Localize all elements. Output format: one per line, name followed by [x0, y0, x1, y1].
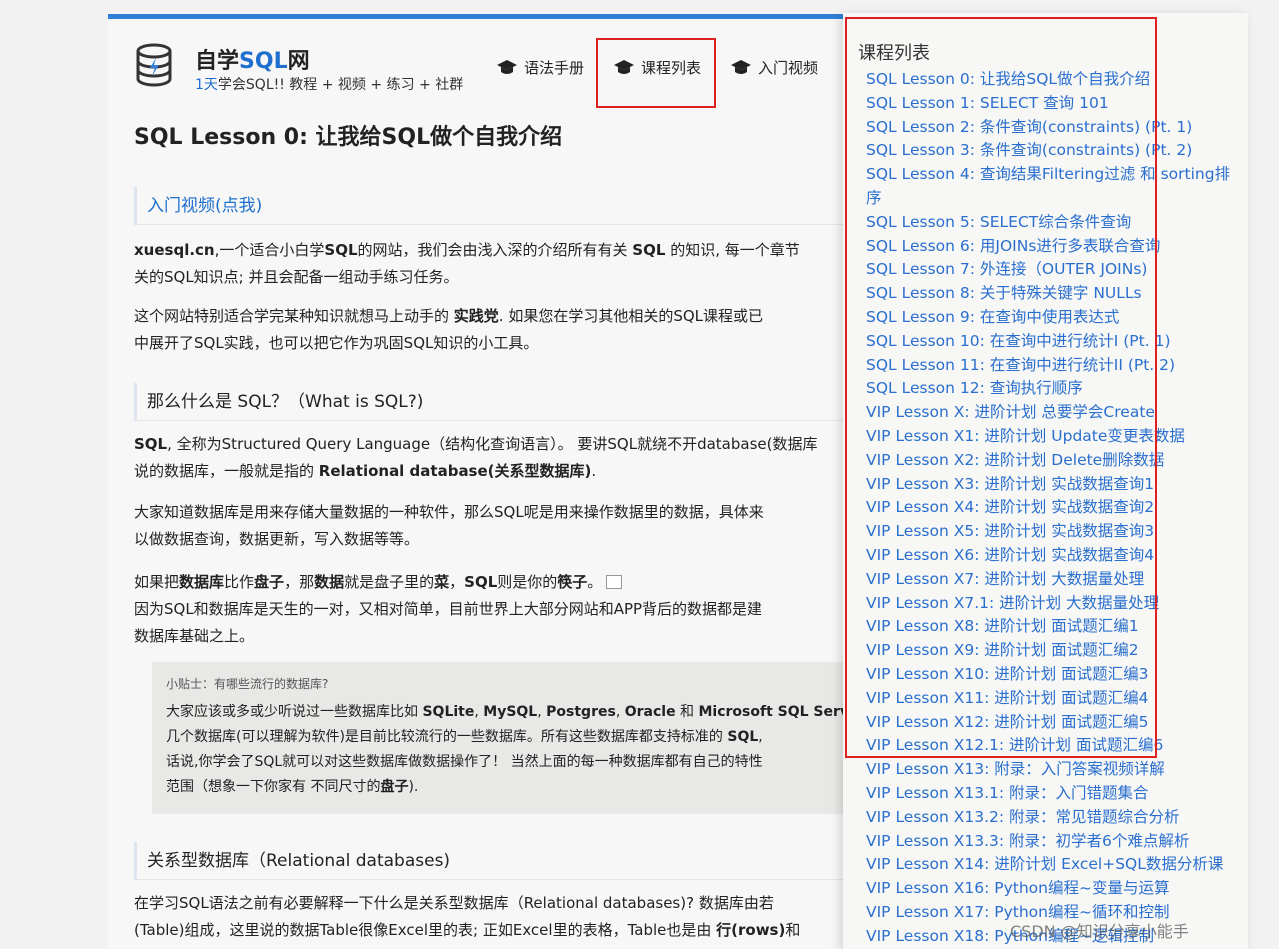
- course-list-item[interactable]: VIP Lesson X7: 进阶计划 大数据量处理: [866, 568, 1236, 592]
- relational-paragraph: 在学习SQL语法之前有必要解释一下什么是关系型数据库（Relational da…: [134, 894, 801, 939]
- tip-title: 小贴士：有哪些流行的数据库?: [166, 677, 329, 691]
- course-list-item[interactable]: SQL Lesson 6: 用JOINs进行多表联合查询: [866, 235, 1236, 259]
- course-list-item[interactable]: VIP Lesson X7.1: 进阶计划 大数据量处理: [866, 592, 1236, 616]
- course-list-item[interactable]: VIP Lesson X5: 进阶计划 实战数据查询3: [866, 520, 1236, 544]
- course-list-dropdown: 课程列表 SQL Lesson 0: 让我给SQL做个自我介绍 SQL Lesso…: [843, 13, 1248, 949]
- course-list-item[interactable]: VIP Lesson X9: 进阶计划 面试题汇编2: [866, 639, 1236, 663]
- course-list-item[interactable]: VIP Lesson X13: 附录：入门答案视频详解: [866, 758, 1236, 782]
- course-list-item[interactable]: VIP Lesson X12: 进阶计划 面试题汇编5: [866, 711, 1236, 735]
- intro-video-link[interactable]: 入门视频(点我): [134, 187, 894, 225]
- graduation-cap-icon: [731, 59, 751, 74]
- course-list-item[interactable]: VIP Lesson X6: 进阶计划 实战数据查询4: [866, 544, 1236, 568]
- database-logo-icon[interactable]: [134, 43, 174, 87]
- course-list-item[interactable]: VIP Lesson X12.1: 进阶计划 面试题汇编6: [866, 734, 1236, 758]
- page-title: SQL Lesson 0: 让我给SQL做个自我介绍: [134, 125, 563, 150]
- watermark: CSDN @知识分享小能手: [1010, 922, 1189, 941]
- section-relational-databases: 关系型数据库（Relational databases): [134, 842, 894, 880]
- course-list-item[interactable]: VIP Lesson X16: Python编程~变量与运算: [866, 877, 1236, 901]
- course-list-item[interactable]: VIP Lesson X13.2: 附录：常见错题综合分析: [866, 806, 1236, 830]
- course-list-item[interactable]: VIP Lesson X13.1: 附录：入门错题集合: [866, 782, 1236, 806]
- nav-intro-video[interactable]: 入门视频: [730, 57, 818, 78]
- main-page: 自学SQL网 1天学会SQL!! 教程 + 视频 + 练习 + 社群 语法手册 …: [108, 14, 908, 949]
- course-list-item[interactable]: SQL Lesson 0: 让我给SQL做个自我介绍: [866, 68, 1236, 92]
- course-list-item[interactable]: SQL Lesson 1: SELECT 查询 101: [866, 92, 1236, 116]
- nav-grammar-label: 语法手册: [524, 59, 585, 77]
- course-list-item[interactable]: VIP Lesson X11: 进阶计划 面试题汇编4: [866, 687, 1236, 711]
- dropdown-title: 课程列表: [858, 43, 930, 64]
- course-list-item[interactable]: SQL Lesson 5: SELECT综合条件查询: [866, 211, 1236, 235]
- course-list-item[interactable]: VIP Lesson X13.3: 附录：初学者6个难点解析: [866, 830, 1236, 854]
- course-list-item[interactable]: SQL Lesson 2: 条件查询(constraints) (Pt. 1): [866, 116, 1236, 140]
- intro-paragraph: xuesql.cn,一个适合小白学SQL的网站，我们会由浅入深的介绍所有有关 S…: [134, 241, 800, 286]
- sql-definition-paragraph: SQL, 全称为Structured Query Language（结构化查询语…: [134, 435, 818, 480]
- course-list-item[interactable]: VIP Lesson X2: 进阶计划 Delete删除数据: [866, 449, 1236, 473]
- course-list-item[interactable]: VIP Lesson X1: 进阶计划 Update变更表数据: [866, 425, 1236, 449]
- section-what-is-sql: 那么什么是 SQL？（What is SQL?): [134, 383, 894, 421]
- course-list-item[interactable]: SQL Lesson 4: 查询结果Filtering过滤 和 sorting排…: [866, 163, 1236, 211]
- broken-image-icon: [606, 575, 623, 589]
- nav-video-label: 入门视频: [758, 59, 819, 77]
- database-usage-paragraph: 大家知道数据库是用来存储大量数据的一种软件，那么SQL呢是用来操作数据里的数据，…: [134, 503, 764, 548]
- course-list-item[interactable]: SQL Lesson 11: 在查询中进行统计II (Pt. 2): [866, 354, 1236, 378]
- course-list-item[interactable]: SQL Lesson 10: 在查询中进行统计I (Pt. 1): [866, 330, 1236, 354]
- course-list-item[interactable]: SQL Lesson 12: 查询执行顺序: [866, 377, 1236, 401]
- site-brand[interactable]: 自学SQL网: [195, 43, 310, 75]
- audience-paragraph: 这个网站特别适合学完某种知识就想马上动手的 实践党. 如果您在学习其他相关的SQ…: [134, 307, 764, 352]
- course-list-item[interactable]: VIP Lesson X14: 进阶计划 Excel+SQL数据分析课: [866, 853, 1236, 877]
- course-list-item[interactable]: VIP Lesson X: 进阶计划 总要学会Create: [866, 401, 1236, 425]
- course-list-item[interactable]: SQL Lesson 3: 条件查询(constraints) (Pt. 2): [866, 139, 1236, 163]
- course-list-item[interactable]: VIP Lesson X8: 进阶计划 面试题汇编1: [866, 615, 1236, 639]
- course-list-item[interactable]: VIP Lesson X4: 进阶计划 实战数据查询2: [866, 496, 1236, 520]
- course-list-item[interactable]: SQL Lesson 8: 关于特殊关键字 NULLs: [866, 282, 1236, 306]
- analogy-paragraph: 如果把数据库比作盘子，那数据就是盘子里的菜，SQL则是你的筷子。 因为SQL和数…: [134, 573, 763, 645]
- tip-box: 小贴士：有哪些流行的数据库? 大家应该或多或少听说过一些数据库比如 SQLite…: [152, 662, 892, 814]
- course-list-item[interactable]: SQL Lesson 9: 在查询中使用表达式: [866, 306, 1236, 330]
- tip-body: 大家应该或多或少听说过一些数据库比如 SQLite, MySQL, Postgr…: [166, 704, 850, 795]
- course-list-item[interactable]: SQL Lesson 7: 外连接（OUTER JOINs): [866, 258, 1236, 282]
- course-list-item[interactable]: VIP Lesson X10: 进阶计划 面试题汇编3: [866, 663, 1236, 687]
- course-list: SQL Lesson 0: 让我给SQL做个自我介绍 SQL Lesson 1: …: [866, 68, 1236, 948]
- site-tagline: 1天学会SQL!! 教程 + 视频 + 练习 + 社群: [195, 77, 464, 93]
- course-list-highlight-box: [596, 38, 716, 108]
- course-list-item[interactable]: VIP Lesson X3: 进阶计划 实战数据查询1: [866, 473, 1236, 497]
- graduation-cap-icon: [497, 59, 517, 74]
- nav-grammar-handbook[interactable]: 语法手册: [496, 57, 584, 78]
